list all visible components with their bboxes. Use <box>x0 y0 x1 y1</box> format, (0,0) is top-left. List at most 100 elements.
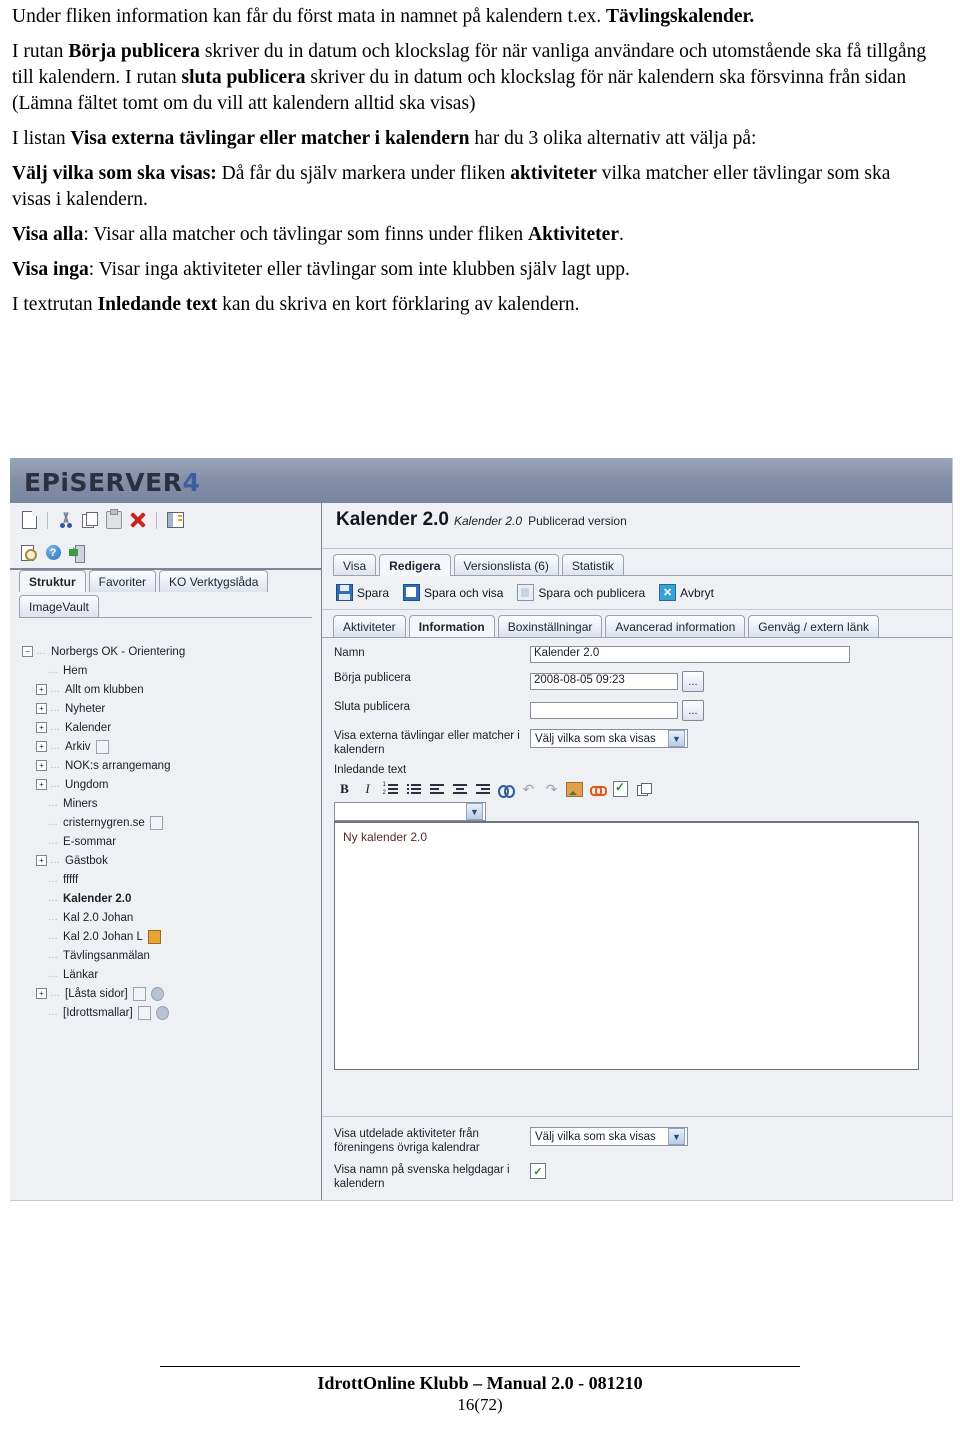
tree-line-icon: … <box>48 665 58 676</box>
spara-och-visa-button[interactable]: Spara och visa <box>403 584 503 601</box>
tab-aktiviteter[interactable]: Aktiviteter <box>333 615 406 637</box>
borja-publicera-picker-button[interactable]: ... <box>682 671 704 692</box>
tree-expand-icon[interactable]: + <box>36 741 47 752</box>
structure-tabs: Struktur Favoriter KO Verktygslåda ImageVa… <box>10 570 321 618</box>
logout-icon[interactable] <box>66 542 88 564</box>
align-left-icon[interactable] <box>428 781 445 797</box>
emphasis-text: Visa inga <box>12 259 89 280</box>
tab-statistik[interactable]: Statistik <box>561 554 624 576</box>
tab-avancerad-information[interactable]: Avancerad information <box>605 615 746 637</box>
sluta-publicera-input[interactable] <box>530 702 678 719</box>
visa-externa-select[interactable]: Välj vilka som ska visas ▼ <box>530 729 688 748</box>
body-text: kan du skriva en kort förklaring av kale… <box>217 294 580 315</box>
tree-node[interactable]: … Miners <box>22 794 321 813</box>
tree-node[interactable]: +… Gästbok <box>22 851 321 870</box>
tree-line-icon: … <box>50 722 60 733</box>
tree-expand-icon[interactable]: + <box>36 760 47 771</box>
toolbar-divider-2 <box>156 511 157 529</box>
sluta-publicera-picker-button[interactable]: ... <box>682 700 704 721</box>
rte-style-select[interactable]: ▼ <box>334 802 486 821</box>
tree-node[interactable]: +… Arkiv <box>22 737 321 756</box>
copy-icon[interactable] <box>79 509 101 531</box>
tree-expand-icon[interactable]: + <box>36 684 47 695</box>
tree-node[interactable]: +… Allt om klubben <box>22 680 321 699</box>
help-icon[interactable]: ? <box>42 542 64 564</box>
tree-collapse-icon[interactable]: − <box>22 646 33 657</box>
preview-icon[interactable] <box>18 542 40 564</box>
namn-input[interactable]: Kalender 2.0 <box>530 646 850 663</box>
tree-node[interactable]: −… Norbergs OK - Orientering <box>22 642 321 661</box>
tab-favoriter[interactable]: Favoriter <box>88 570 157 592</box>
tree-node[interactable]: … E-sommar <box>22 832 321 851</box>
paste-icon[interactable] <box>103 509 125 531</box>
namn-label: Namn <box>334 647 365 659</box>
tree-node[interactable]: … Kal 2.0 Johan <box>22 908 321 927</box>
align-right-icon[interactable] <box>474 781 491 797</box>
new-window-icon[interactable] <box>635 781 652 797</box>
tree-node[interactable]: … cristernygren.se <box>22 813 321 832</box>
tree-node[interactable]: … Kal 2.0 Johan L <box>22 927 321 946</box>
tree-line-icon: … <box>50 988 60 999</box>
tab-versionslista-6[interactable]: Versionslista (6) <box>453 554 559 576</box>
undo-icon[interactable]: ↶ <box>520 781 537 797</box>
footer-page-number: 16(72) <box>457 1395 503 1414</box>
tree-node[interactable]: … Tävlingsanmälan <box>22 946 321 965</box>
page-tree[interactable]: −… Norbergs OK - Orientering … Hem +… Allt o… <box>10 636 321 1200</box>
tree-node[interactable]: +… NOK:s arrangemang <box>22 756 321 775</box>
tree-node[interactable]: +… [Låsta sidor] <box>22 984 321 1003</box>
tab-genväg-extern-länk[interactable]: Genväg / extern länk <box>748 615 879 637</box>
tree-node[interactable]: … fffff <box>22 870 321 889</box>
spara-och-publicera-button[interactable]: Spara och publicera <box>517 584 645 601</box>
tree-node-label: Ungdom <box>65 778 109 791</box>
tree-node[interactable]: +… Kalender <box>22 718 321 737</box>
ordered-list-icon[interactable] <box>382 781 399 797</box>
bullet-list-icon[interactable] <box>405 781 422 797</box>
delete-icon[interactable] <box>127 509 149 531</box>
tree-node-label: Nyheter <box>65 702 106 715</box>
tab-imagevault[interactable]: ImageVault <box>19 595 99 617</box>
helgdagar-label: Visa namn på svenska helgdagar i kalende… <box>334 1164 510 1190</box>
insert-link-icon[interactable] <box>589 781 607 797</box>
insert-image-icon[interactable] <box>566 781 583 797</box>
tab-ko-verktygslåda[interactable]: KO Verktygslåda <box>159 570 269 592</box>
tree-expand-icon[interactable]: + <box>36 703 47 714</box>
find-replace-icon[interactable] <box>497 781 515 798</box>
tab-redigera[interactable]: Redigera <box>379 554 451 576</box>
tree-expand-icon[interactable]: + <box>36 722 47 733</box>
borja-publicera-input[interactable]: 2008-08-05 09:23 <box>530 673 678 690</box>
align-center-icon[interactable] <box>451 781 468 797</box>
tree-node-label: [Låsta sidor] <box>65 987 128 1000</box>
tab-information[interactable]: Information <box>408 615 495 637</box>
tab-boxinställningar[interactable]: Boxinställningar <box>497 615 603 637</box>
spellcheck-icon[interactable] <box>612 780 629 797</box>
tree-node[interactable]: … Hem <box>22 661 321 680</box>
tree-node[interactable]: +… Nyheter <box>22 699 321 718</box>
tab-struktur[interactable]: Struktur <box>19 570 86 592</box>
tree-node[interactable]: … Kalender 2.0 <box>22 889 321 908</box>
tree-node[interactable]: … Länkar <box>22 965 321 984</box>
tree-toolbar-row-1 <box>10 503 321 538</box>
emphasis-text: Inledande text <box>97 294 218 315</box>
episerver-screenshot: EPiSERVER4 ? Struktur Favoriter KO Verkt… <box>10 458 953 1201</box>
panel-icon[interactable] <box>164 509 186 531</box>
helgdagar-checkbox[interactable]: ✓ <box>530 1163 546 1179</box>
emphasis-text: Välj vilka som ska visas: <box>12 163 217 184</box>
visa-utdelade-select[interactable]: Välj vilka som ska visas ▼ <box>530 1127 688 1146</box>
tree-expand-icon[interactable]: + <box>36 855 47 866</box>
action-label: Avbryt <box>680 585 714 600</box>
tree-expand-icon[interactable]: + <box>36 779 47 790</box>
spara-button[interactable]: Spara <box>336 584 389 601</box>
tab-visa[interactable]: Visa <box>333 554 377 576</box>
rte-editor[interactable]: Ny kalender 2.0 <box>334 821 919 1070</box>
tree-expand-icon[interactable]: + <box>36 988 47 999</box>
tree-node[interactable]: +… Ungdom <box>22 775 321 794</box>
tree-line-icon: … <box>48 931 58 942</box>
paragraph: Visa inga: Visar inga aktiviteter eller … <box>12 257 930 283</box>
italic-icon[interactable]: I <box>359 781 376 797</box>
bold-icon[interactable]: B <box>336 781 353 797</box>
new-page-icon[interactable] <box>18 509 40 531</box>
avbryt-button[interactable]: ✕ Avbryt <box>659 584 714 601</box>
cut-icon[interactable] <box>55 509 77 531</box>
tree-node[interactable]: … [Idrottsmallar] <box>22 1003 321 1022</box>
redo-icon[interactable]: ↷ <box>543 781 560 797</box>
